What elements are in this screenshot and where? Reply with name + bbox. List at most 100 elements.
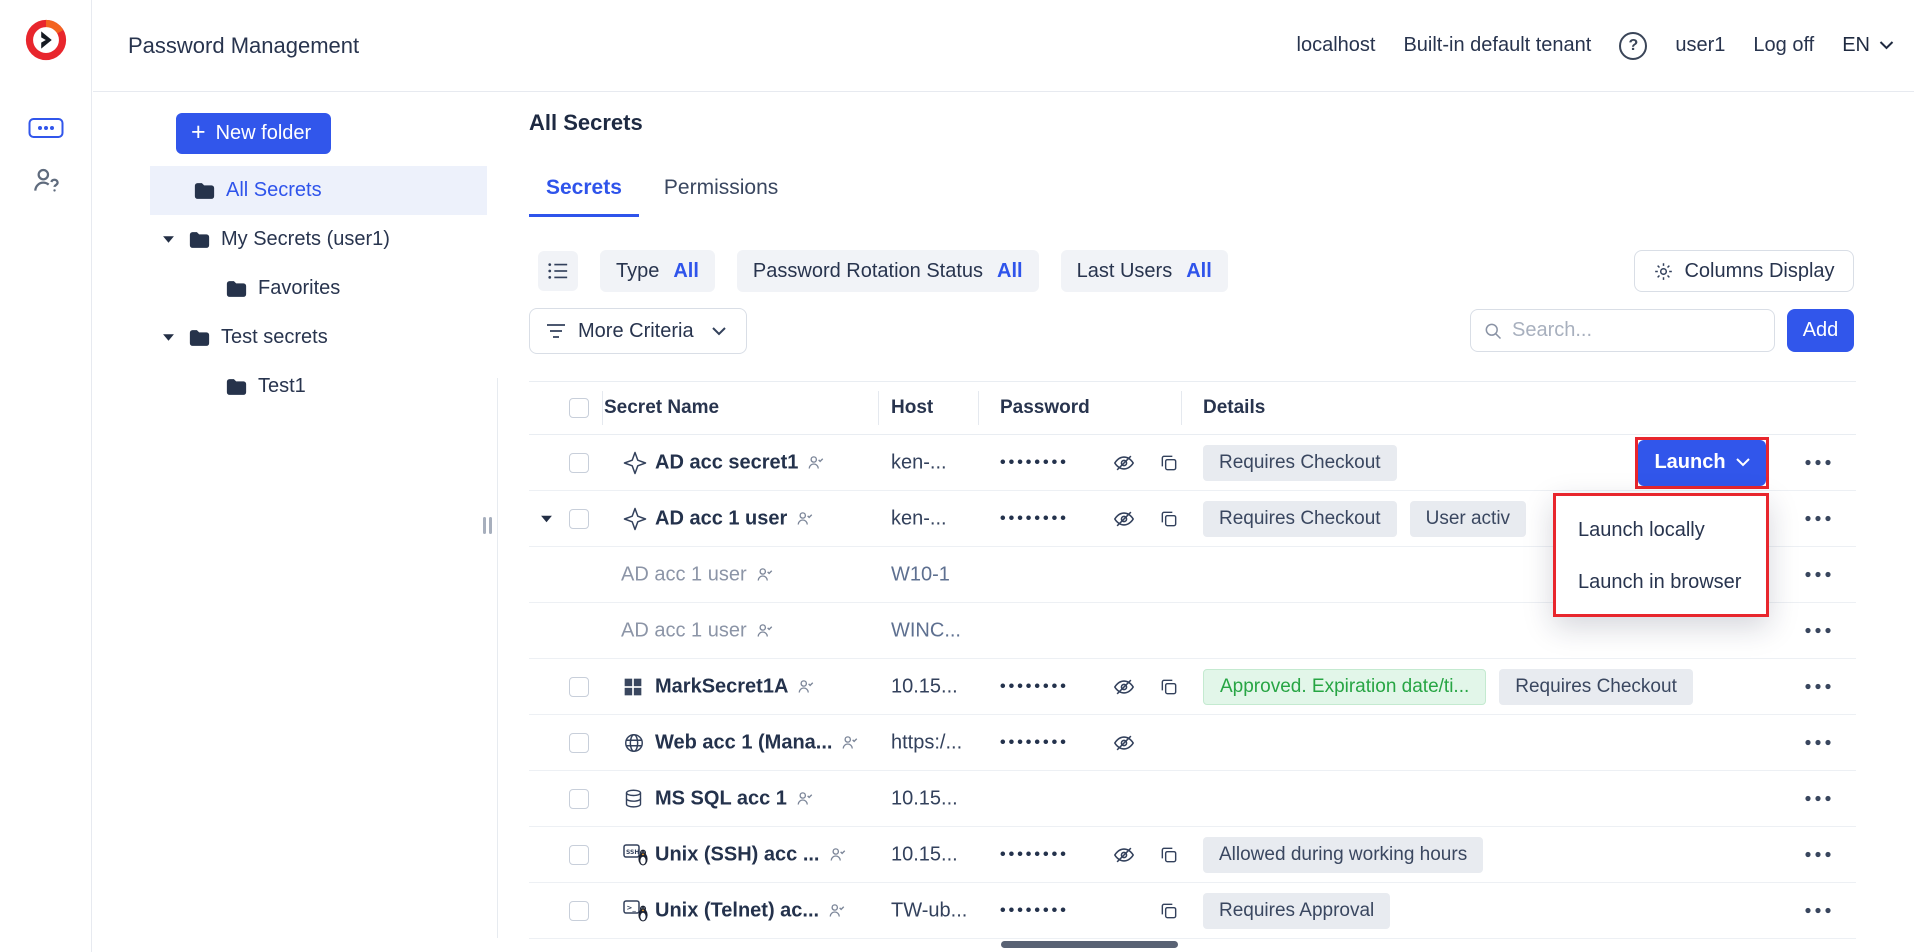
table-row-unix-ssh-acc[interactable]: SSHUnix (SSH) acc ...10.15...••••••••All… [529,827,1856,883]
password-vault-icon[interactable] [27,110,65,146]
tab-permissions[interactable]: Permissions [647,176,795,217]
secrets-table: Secret Name Host Password Details AD acc… [529,381,1856,939]
shared-user-icon [796,510,814,528]
filter-bar: Type All Password Rotation Status All La… [538,250,1228,292]
logoff-button[interactable]: Log off [1753,34,1814,57]
sidebar-item-all-secrets[interactable]: All Secrets [93,166,498,215]
caret-down-icon[interactable] [162,333,175,342]
table-row-marksecret1a[interactable]: MarkSecret1A10.15...••••••••Approved. Ex… [529,659,1856,715]
row-actions-menu[interactable] [1800,613,1836,649]
app-title: Password Management [128,33,359,59]
row-actions-menu[interactable] [1800,837,1836,873]
user-label[interactable]: user1 [1675,34,1725,57]
sidebar-item-test-secrets[interactable]: Test secrets [93,313,498,362]
reveal-password-icon[interactable] [1113,844,1135,866]
password-mask: •••••••• [1000,734,1069,752]
database-icon [623,788,644,810]
folder-icon [189,231,210,249]
status-badge: Allowed during working hours [1203,837,1483,873]
launch-button[interactable]: Launch [1638,440,1766,486]
add-button[interactable]: Add [1787,309,1854,352]
sidebar-item-label: Test secrets [221,326,328,349]
filter-label: Password Rotation Status [753,260,983,283]
access-request-icon[interactable] [27,162,65,198]
row-actions-menu[interactable] [1800,669,1836,705]
row-actions-menu[interactable] [1800,501,1836,537]
copy-password-icon[interactable] [1159,677,1179,697]
row-checkbox[interactable] [569,677,589,697]
table-row-web-acc-1-mana[interactable]: Web acc 1 (Mana...https:/...•••••••• [529,715,1856,771]
filter-last-users[interactable]: Last Users All [1061,250,1228,292]
filter-label: Last Users [1077,260,1173,283]
row-checkbox[interactable] [569,509,589,529]
col-password: Password [1000,397,1090,419]
reveal-password-icon[interactable] [1113,732,1135,754]
folder-icon [226,378,247,396]
row-checkbox[interactable] [569,453,589,473]
table-row-ad-acc-secret1[interactable]: AD acc secret1ken-...••••••••Requires Ch… [529,435,1856,491]
help-icon[interactable]: ? [1619,32,1647,60]
reveal-password-icon[interactable] [1113,452,1135,474]
copy-password-icon[interactable] [1159,453,1179,473]
list-view-toggle[interactable] [538,251,578,291]
chevron-down-icon [712,327,726,336]
tab-secrets[interactable]: Secrets [529,176,639,217]
shared-user-icon [797,678,815,696]
secret-name: AD acc secret1 [655,451,825,474]
new-folder-button[interactable]: + New folder [176,113,331,154]
host-value: ken-... [891,507,947,530]
folder-icon [189,329,210,347]
horizontal-scrollbar-thumb[interactable] [1001,941,1178,948]
sidebar-item-test1[interactable]: Test1 [93,362,498,411]
search-input[interactable] [1512,319,1762,342]
filter-type[interactable]: Type All [600,250,715,292]
tenant-selector[interactable]: Built-in default tenant [1403,34,1591,57]
row-actions-menu[interactable] [1800,557,1836,593]
host-value: https:/... [891,731,962,754]
sidebar-item-my-secrets-user1[interactable]: My Secrets (user1) [93,215,498,264]
host-value: TW-ub... [891,899,967,922]
sidebar-item-label: Test1 [258,375,306,398]
reveal-password-icon[interactable] [1113,508,1135,530]
sidebar-resize-handle[interactable] [483,517,493,534]
copy-password-icon[interactable] [1159,845,1179,865]
password-mask: •••••••• [1000,454,1069,472]
status-badge: Approved. Expiration date/ti... [1203,669,1486,705]
row-expand-caret[interactable] [540,514,553,523]
columns-display-button[interactable]: Columns Display [1634,250,1854,292]
sidebar-item-label: All Secrets [226,179,322,202]
row-actions-menu[interactable] [1800,445,1836,481]
table-row-unix-telnet-ac[interactable]: >_Unix (Telnet) ac...TW-ub...••••••••Req… [529,883,1856,939]
copy-password-icon[interactable] [1159,901,1179,921]
table-row-ms-sql-acc-1[interactable]: MS SQL acc 110.15... [529,771,1856,827]
row-checkbox[interactable] [569,733,589,753]
caret-down-icon[interactable] [162,235,175,244]
select-all-checkbox[interactable] [569,398,589,418]
launch-in-browser-option[interactable]: Launch in browser [1556,556,1766,608]
reveal-password-icon[interactable] [1113,676,1135,698]
more-criteria-button[interactable]: More Criteria [529,308,747,354]
launch-locally-option[interactable]: Launch locally [1556,504,1766,556]
app-logo-icon[interactable] [23,17,69,63]
row-checkbox[interactable] [569,901,589,921]
filter-password-rotation-status[interactable]: Password Rotation Status All [737,250,1039,292]
row-actions-menu[interactable] [1800,893,1836,929]
shared-user-icon [756,566,774,584]
language-selector[interactable]: EN [1842,34,1894,57]
svg-text:>_: >_ [627,904,637,912]
row-checkbox[interactable] [569,789,589,809]
row-checkbox[interactable] [569,845,589,865]
row-actions-menu[interactable] [1800,781,1836,817]
shared-user-icon [796,790,814,808]
details-badges: Approved. Expiration date/ti...Requires … [1203,669,1693,705]
copy-password-icon[interactable] [1159,509,1179,529]
host-value: WINC... [891,619,961,642]
row-actions-menu[interactable] [1800,725,1836,761]
details-badges: Requires CheckoutUser activ [1203,501,1526,537]
table-header: Secret Name Host Password Details [529,381,1856,435]
host-value: 10.15... [891,675,958,698]
sidebar-item-favorites[interactable]: Favorites [93,264,498,313]
host-value: W10-1 [891,563,950,586]
password-mask: •••••••• [1000,846,1069,864]
shared-user-icon [828,902,846,920]
